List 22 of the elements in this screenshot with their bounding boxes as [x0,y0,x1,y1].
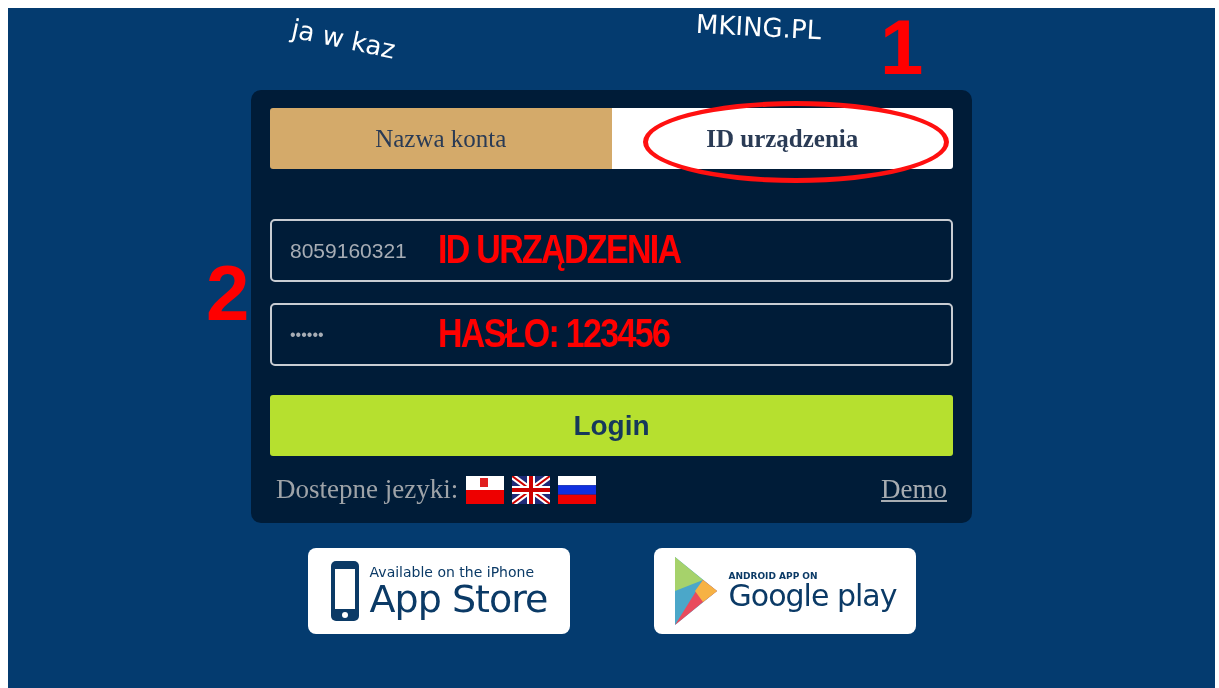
demo-link[interactable]: Demo [881,474,947,505]
login-tab[interactable]: Nazwa konta [270,108,612,169]
store-badge[interactable]: ANDROID APP ON Google play [653,548,916,634]
store-badge[interactable]: Available on the iPhone App Store [307,548,570,634]
annotation-label: HASŁO: 123456 [438,313,670,353]
login-button[interactable]: Login [270,395,953,456]
logo-arc-text: MKING.PL [695,8,823,46]
badge-title: App Store [369,580,548,618]
logo-arc-text: ja w kaz [289,13,399,65]
play-triangle-icon [672,555,719,627]
badge-caption: ANDROID APP ON [728,571,819,581]
annotation-label: ID URZĄDZENIA [438,229,681,269]
badge-caption: Available on the iPhone [369,564,535,580]
polish-flag-icon[interactable] [466,475,505,504]
badge-title: Google play [728,581,897,611]
russian-flag-icon[interactable] [558,475,597,504]
annotation-number: 2 [206,254,250,332]
british-flag-icon[interactable] [512,475,551,504]
login-tab[interactable]: ID urządzenia [611,108,953,169]
annotation-number: 1 [880,8,924,86]
languages-label: Dostepne jezyki: [276,474,459,505]
phone-icon [329,560,360,622]
